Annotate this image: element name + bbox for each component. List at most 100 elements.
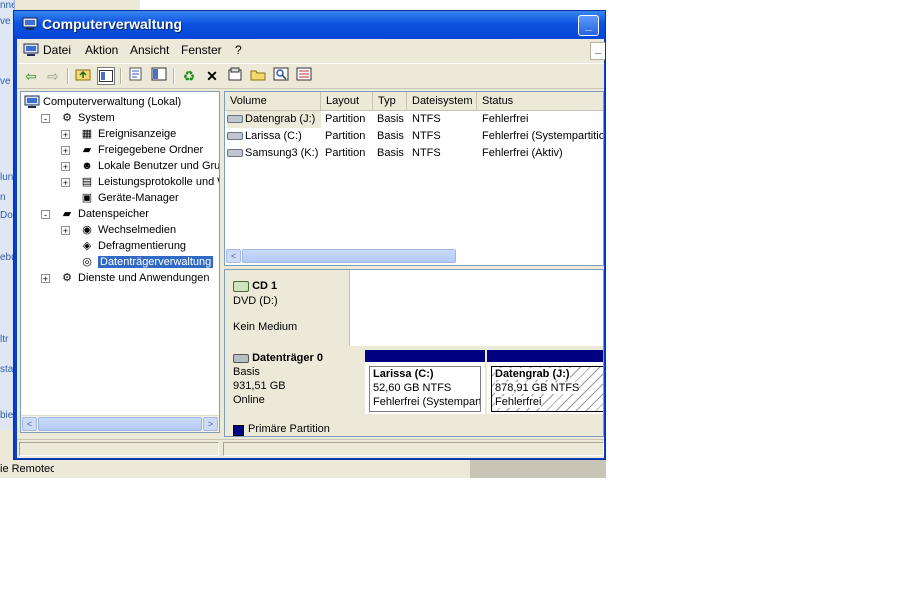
refresh-icon[interactable]: ♻ [180,67,198,85]
volume-cell-layout: Partition [325,130,366,142]
volume-cell-fs: NTFS [412,113,441,125]
toolbar: ⇦ ⇨ ♻ ✕ [17,63,604,89]
scroll-right-arrow[interactable]: > [203,417,218,431]
tree-root[interactable]: Computerverwaltung (Lokal) [24,94,181,110]
volume-cell-layout: Partition [325,147,366,159]
tree-item[interactable]: ▣ Geräte-Manager [79,190,179,206]
tree-expander[interactable]: + [61,226,70,236]
taskbar-item[interactable]: ie Remotec [0,462,54,477]
column-typ[interactable]: Typ [373,92,407,110]
tree-item-label: System [78,112,115,124]
scroll-thumb[interactable] [242,249,456,263]
menu-fenster[interactable]: Fenster [181,43,222,57]
event-viewer-icon: ▦ [81,128,93,141]
volume-horizontal-scrollbar[interactable]: < [225,248,603,265]
users-icon: ☻ [81,160,93,173]
menu-icon[interactable] [23,43,39,60]
toolbar-separator [67,68,69,84]
volume-cell-volume[interactable]: Larissa (C:) [227,128,321,145]
volume-cell-volume[interactable]: Datengrab (J:) [227,111,321,128]
background-text: ltr [0,334,9,345]
column-volume[interactable]: Volume [225,92,321,110]
tree-item[interactable]: + ☻ Lokale Benutzer und Gruppe [61,158,220,174]
scroll-thumb[interactable] [38,417,202,431]
background-text: nnen [0,0,14,11]
tree-item-label: Ereignisanzeige [98,128,177,140]
background-text: sta [0,364,14,375]
legend: Primäre Partition [225,422,603,436]
tree-expander[interactable]: + [61,162,70,172]
removable-media-icon: ◉ [82,224,92,237]
help-icon[interactable] [150,67,168,85]
tree-item-label: Lokale Benutzer und Gruppe [98,160,220,172]
tree-item[interactable]: ◎ Datenträgerverwaltung [79,254,214,270]
tree-item[interactable]: + ▤ Leistungsprotokolle und War [61,174,219,190]
column-dateisystem[interactable]: Dateisystem [407,92,477,110]
properties-icon[interactable] [127,67,145,85]
background-text: lun [0,172,14,183]
properties-sheet-icon[interactable] [226,67,244,85]
tree-expander[interactable]: - [41,114,50,124]
volume-cell-fs: NTFS [412,130,441,142]
computer-management-window: Computerverwaltung _ Datei Aktion Ansich… [13,10,606,460]
window-client: Datei Aktion Ansicht Fenster ? _ ⇦ ⇨ ♻ ✕… [17,39,605,459]
volume-name: Samsung3 (K:) [245,147,319,159]
background-text: ebu [0,252,14,263]
tree-expander[interactable]: + [61,130,70,140]
volume-list: Volume Layout Typ Dateisystem Status Dat… [224,91,604,266]
status-bar [17,439,604,459]
up-folder-icon[interactable] [74,67,92,85]
tree-item-label: Defragmentierung [98,240,187,252]
tree-horizontal-scrollbar[interactable]: < > [21,415,219,432]
open-folder-icon[interactable] [249,67,267,85]
delete-icon[interactable]: ✕ [203,67,221,85]
minimize-button[interactable]: _ [578,15,599,36]
column-status[interactable]: Status [477,92,603,110]
tree-item-label: Freigegebene Ordner [98,144,204,156]
tree-expander[interactable]: + [61,178,70,188]
tree-item-label: Datenträgerverwaltung [98,256,214,268]
volume-cell-fs: NTFS [412,147,441,159]
volume-cell-layout: Partition [325,113,366,125]
disk0-label[interactable]: Datenträger 0 Basis 931,51 GB Online [225,350,349,422]
partition-datengrab[interactable]: Datengrab (J:) 878,91 GB NTFS Fehlerfrei [487,350,603,414]
tree-item[interactable]: - ▰ Datenspeicher [41,206,149,222]
shared-folder-icon: ▰ [82,144,92,157]
device-manager-icon: ▣ [81,192,93,205]
cd-drive-icon [233,280,249,292]
disk0-size: 931,51 GB [233,380,286,392]
partition-larissa[interactable]: Larissa (C:) 52,60 GB NTFS Fehlerfrei (S… [365,350,485,414]
menu-datei[interactable]: Datei [43,43,71,57]
scroll-left-arrow[interactable]: < [22,417,37,431]
tree-item[interactable]: - ⚙ System [41,110,115,126]
tree-item[interactable]: ◈ Defragmentierung [79,238,186,254]
forward-icon[interactable]: ⇨ [44,67,62,85]
settings-icon[interactable] [295,67,313,85]
cd-label[interactable]: CD 1 DVD (D:) Kein Medium [225,270,350,346]
tree-item[interactable]: + ⚙ Dienste und Anwendungen [41,270,210,286]
menu-ansicht[interactable]: Ansicht [130,43,169,57]
partition-status: Fehlerfrei (Systempartition) [373,396,480,408]
scroll-left-arrow[interactable]: < [226,249,241,263]
inner-minimize-button[interactable]: _ [590,42,605,60]
tree-expander[interactable]: + [61,146,70,156]
background-window-top [140,0,606,10]
volume-icon [227,115,243,124]
tree-expander[interactable]: + [41,274,50,284]
volume-cell-volume[interactable]: Samsung3 (K:) [227,145,321,162]
tree-item[interactable]: + ▦ Ereignisanzeige [61,126,177,142]
tree-item-label: Wechselmedien [98,224,177,236]
legend-label: Primäre Partition [248,423,330,435]
tree-item[interactable]: + ▰ Freigegebene Ordner [61,142,204,158]
search-icon[interactable] [272,67,290,85]
title-bar[interactable]: Computerverwaltung _ [14,11,605,39]
toolbar-separator [120,68,122,84]
menu-aktion[interactable]: Aktion [85,43,118,57]
tree-expander[interactable]: - [41,210,50,220]
background-panel [470,460,606,478]
menu-help[interactable]: ? [235,43,242,57]
tree-item[interactable]: + ◉ Wechselmedien [61,222,177,238]
column-layout[interactable]: Layout [321,92,373,110]
back-icon[interactable]: ⇦ [22,67,40,85]
show-hide-tree-icon[interactable] [97,67,115,85]
